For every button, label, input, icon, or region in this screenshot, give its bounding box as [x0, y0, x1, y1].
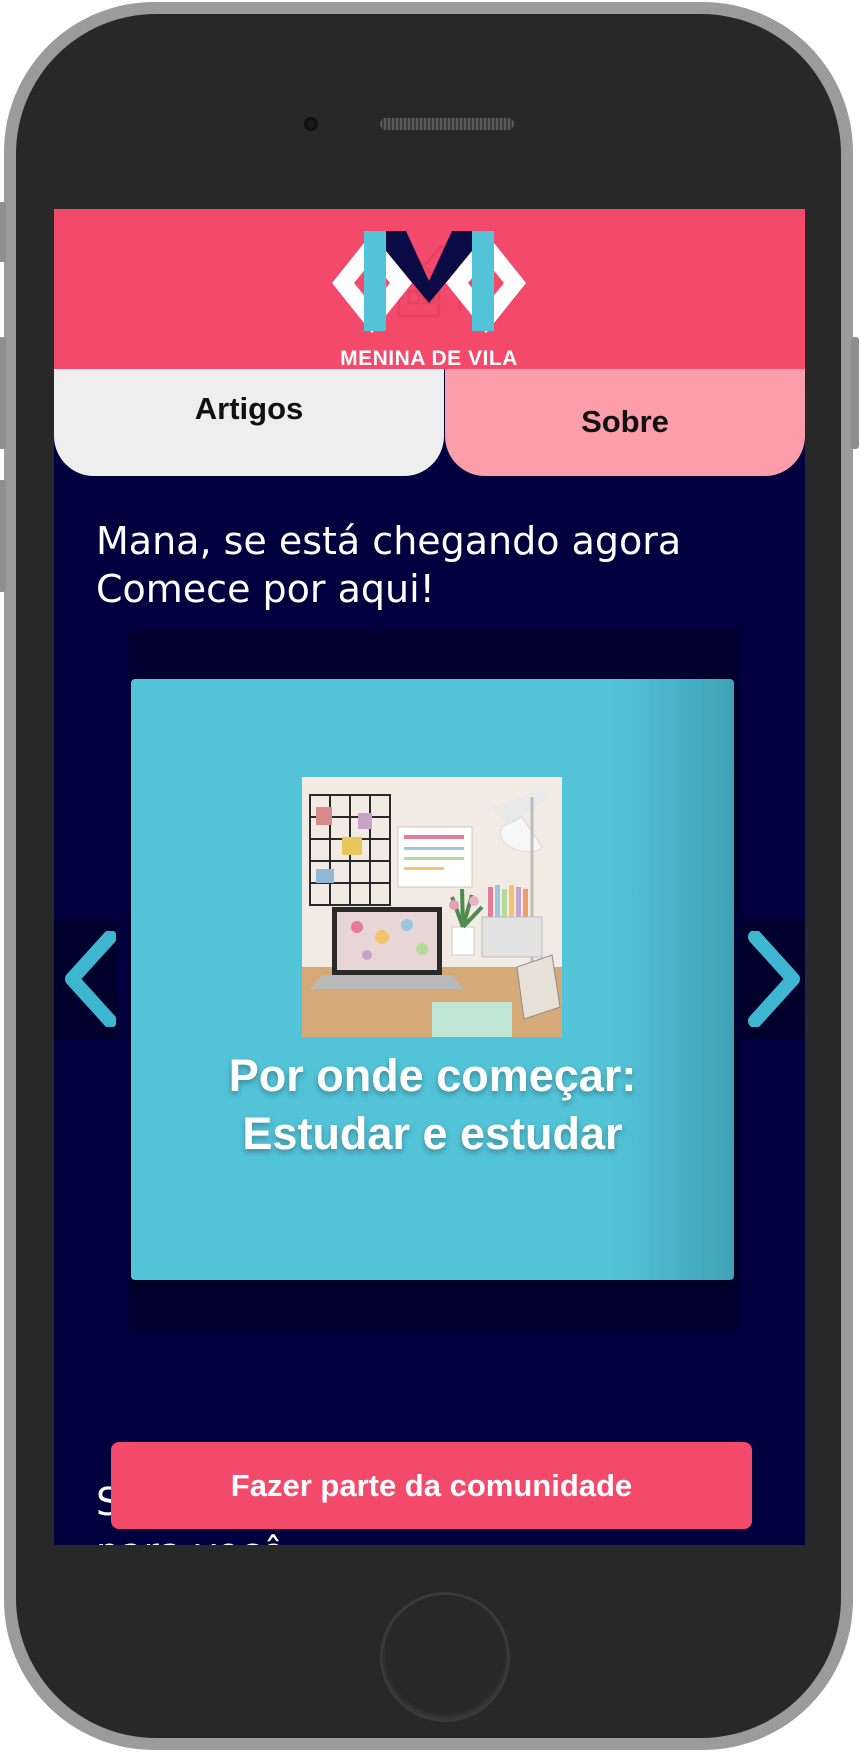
intro-text: Mana, se está chegando agora Comece por … — [96, 517, 776, 613]
intro-line-1: Mana, se está chegando agora — [96, 519, 682, 563]
tab-artigos[interactable]: Artigos — [54, 369, 444, 476]
power-button — [851, 337, 859, 449]
volume-up-button — [0, 337, 6, 449]
carousel-card[interactable]: Por onde começar: Estudar e estudar — [131, 679, 734, 1280]
section-intro-line-2: para você: — [96, 1527, 297, 1545]
tab-sobre-label: Sobre — [581, 404, 669, 439]
card-title-line-2: Estudar e estudar — [242, 1108, 623, 1159]
front-camera — [304, 117, 318, 131]
join-community-button[interactable]: Fazer parte da comunidade — [111, 1442, 752, 1529]
intro-line-2: Comece por aqui! — [96, 567, 435, 611]
app-header: MENINA DE VILA — [54, 209, 805, 370]
desk-photo-image — [302, 777, 562, 1037]
card-title: Por onde começar: Estudar e estudar — [131, 1047, 734, 1163]
carousel-next-button[interactable] — [741, 919, 805, 1039]
app-screen: MENINA DE VILA Artigos Sobre Mana, se es… — [54, 209, 805, 1545]
card-title-line-1: Por onde começar: — [228, 1050, 637, 1101]
desk-photo — [302, 777, 562, 1037]
join-community-label: Fazer parte da comunidade — [230, 1467, 633, 1503]
logo-text: MENINA DE VILA — [340, 347, 518, 370]
chevron-right-icon — [748, 931, 800, 1027]
tab-artigos-label: Artigos — [194, 391, 304, 426]
menina-de-vila-logo[interactable]: MENINA DE VILA — [324, 221, 534, 370]
chevron-left-icon — [65, 931, 116, 1027]
volume-down-button — [0, 480, 6, 592]
logo-mark-icon — [332, 231, 526, 333]
carousel-prev-button[interactable] — [54, 919, 118, 1039]
earpiece-speaker — [380, 118, 514, 130]
tab-sobre[interactable]: Sobre — [445, 369, 805, 476]
mute-switch — [0, 202, 6, 262]
home-button[interactable] — [380, 1592, 510, 1722]
